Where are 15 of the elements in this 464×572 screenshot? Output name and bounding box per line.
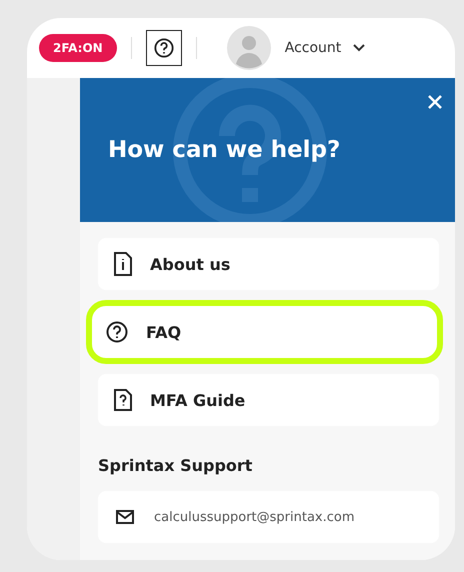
help-icon	[106, 321, 128, 343]
2fa-status-badge: 2FA:ON	[39, 34, 117, 62]
help-icon	[154, 38, 174, 58]
account-menu-button[interactable]: Account	[284, 40, 366, 56]
envelope-icon	[116, 510, 134, 524]
help-button[interactable]	[146, 30, 182, 66]
help-menu-item[interactable]: MFA Guide	[98, 374, 439, 426]
support-heading: Sprintax Support	[98, 456, 254, 475]
help-menu-item[interactable]: About us	[98, 238, 439, 290]
help-menu-item[interactable]: FAQ	[86, 300, 443, 364]
info-document-icon	[114, 252, 132, 276]
support-email-link[interactable]: calculussupport@sprintax.com	[98, 491, 439, 543]
chevron-down-icon	[353, 44, 366, 52]
help-title: How can we help?	[108, 137, 340, 163]
question-document-icon	[114, 389, 132, 411]
